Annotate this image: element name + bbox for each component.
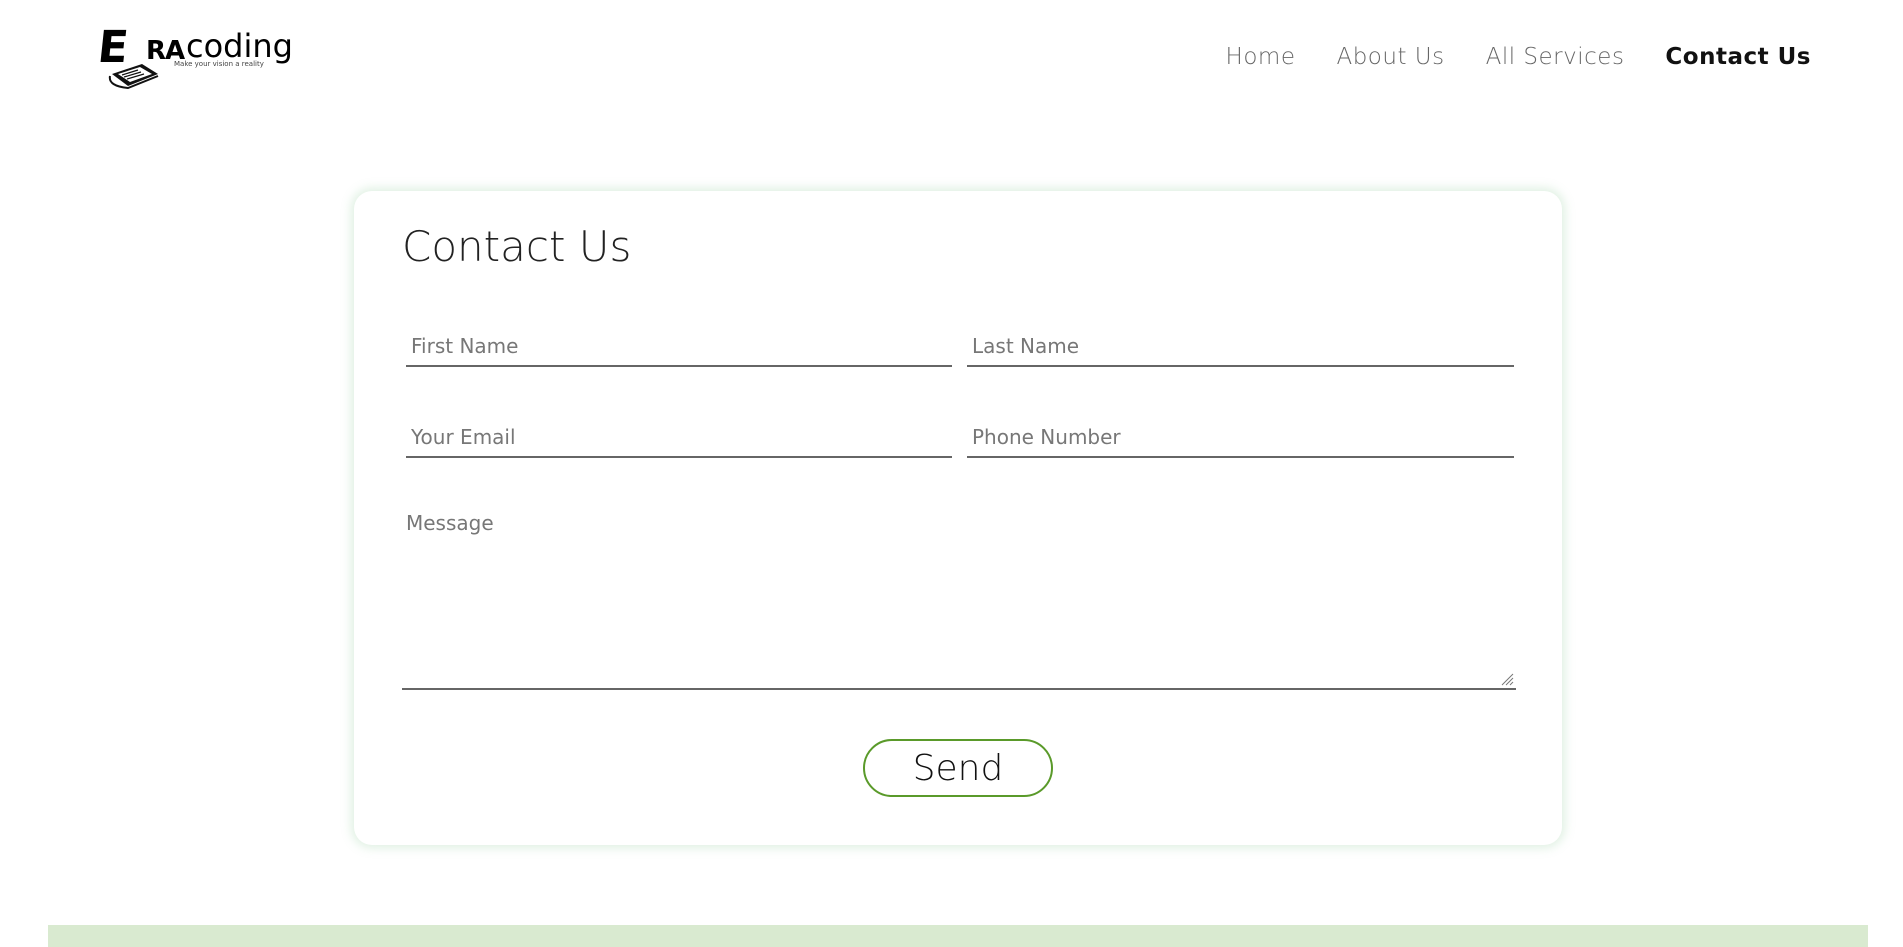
nav-all-services[interactable]: All Services (1486, 42, 1625, 72)
email-field-wrapper (406, 418, 952, 458)
footer-bar (48, 925, 1868, 947)
main-nav: Home About Us All Services Contact Us (1226, 42, 1811, 72)
eracoding-logo[interactable]: E RA coding Make your vision a reality (95, 22, 298, 90)
first-name-input[interactable] (406, 327, 952, 365)
last-name-input[interactable] (967, 327, 1514, 365)
logo-tagline: Make your vision a reality (174, 60, 264, 68)
site-header: E RA coding Make your vision a reality H… (0, 0, 1903, 110)
nav-about-us[interactable]: About Us (1336, 42, 1444, 72)
phone-field-wrapper (967, 418, 1514, 458)
phone-input[interactable] (967, 418, 1514, 456)
first-name-field-wrapper (406, 327, 952, 367)
message-field-wrapper (402, 509, 1516, 690)
send-button[interactable]: Send (863, 739, 1053, 797)
nav-home[interactable]: Home (1226, 42, 1296, 72)
resize-handle-icon[interactable] (1500, 672, 1514, 686)
nav-contact-us[interactable]: Contact Us (1665, 42, 1811, 72)
laptop-icon (108, 64, 159, 90)
logo-coding: coding (186, 27, 293, 65)
message-textarea[interactable] (402, 509, 1516, 688)
last-name-field-wrapper (967, 327, 1514, 367)
page-title: Contact Us (402, 222, 632, 271)
contact-form-card: Contact Us Send (354, 191, 1562, 845)
email-input[interactable] (406, 418, 952, 456)
